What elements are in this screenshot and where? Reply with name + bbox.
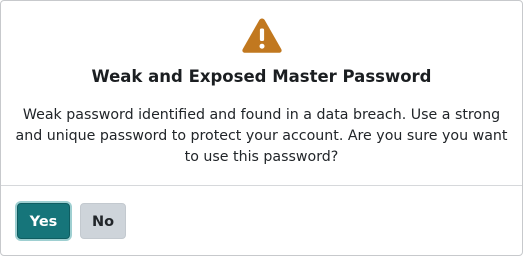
warning-triangle-icon <box>242 18 282 53</box>
dialog-title: Weak and Exposed Master Password <box>91 67 432 86</box>
yes-button[interactable]: Yes <box>17 203 70 239</box>
no-button[interactable]: No <box>80 203 126 239</box>
password-warning-dialog: Weak and Exposed Master Password Weak pa… <box>0 0 523 256</box>
dialog-body: Weak and Exposed Master Password Weak pa… <box>1 1 522 185</box>
dialog-message: Weak password identified and found in a … <box>15 107 508 165</box>
footer-divider <box>1 185 522 186</box>
